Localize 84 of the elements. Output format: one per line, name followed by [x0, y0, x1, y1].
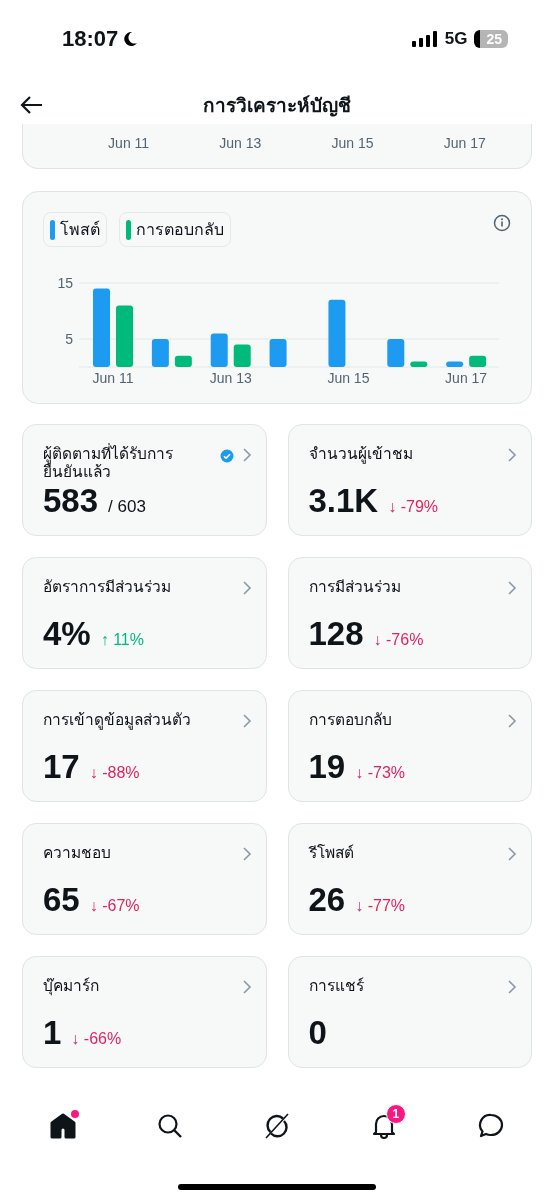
- bar: [174, 355, 192, 367]
- battery-indicator: 25: [474, 30, 508, 48]
- metric-value: 4%: [43, 616, 91, 652]
- bar: [387, 339, 405, 367]
- metric-card[interactable]: ผู้ติดตามที่ได้รับการยืนยันแล้ว 583 / 603: [22, 424, 267, 536]
- metric-card[interactable]: การมีส่วนร่วม 128 ↓ -76%: [287, 557, 532, 669]
- bar: [116, 305, 133, 367]
- change-percent: ↓ -77%: [355, 897, 405, 915]
- metric-value: 1: [43, 1015, 62, 1051]
- chevron-right-icon: [241, 447, 252, 463]
- bar: [233, 344, 251, 367]
- metric-card[interactable]: การเข้าดูข้อมูลส่วนตัว 17 ↓ -88%: [22, 690, 267, 802]
- chevron-right-icon: [241, 713, 252, 729]
- bar: [151, 339, 169, 367]
- change-percent: ↓ -66%: [71, 1030, 122, 1048]
- axis-label: Jun 11: [92, 370, 134, 386]
- bar: [446, 361, 464, 367]
- metric-card[interactable]: บุ๊คมาร์ก 1 ↓ -66%: [22, 956, 267, 1068]
- metric-title: รีโพสต์: [308, 844, 355, 862]
- axis-label: Jun 11: [108, 135, 150, 151]
- change-percent: ↓ -88%: [89, 764, 140, 782]
- page-title: การวิเคราะห์บัญชี: [203, 93, 351, 119]
- change-percent: ↓ -76%: [373, 631, 424, 649]
- bar: [328, 299, 346, 367]
- metric-value: 3.1K: [308, 483, 379, 519]
- metric-title: บุ๊คมาร์ก: [43, 977, 100, 995]
- change-percent: ↓ -67%: [89, 897, 140, 915]
- metric-value: 17: [43, 749, 80, 785]
- metric-value: 0: [308, 1015, 327, 1051]
- axis-label: 15: [57, 275, 73, 291]
- metric-value: 26: [308, 882, 346, 918]
- metric-card[interactable]: ความชอบ 65 ↓ -67%: [22, 823, 267, 935]
- moon-icon: [122, 31, 139, 47]
- metric-title: อัตราการมีส่วนร่วม: [43, 578, 172, 596]
- legend-item[interactable]: การตอบกลับ: [119, 212, 231, 247]
- axis-label: Jun 15: [331, 135, 374, 151]
- bar: [210, 333, 228, 367]
- metric-total: / 603: [108, 497, 146, 517]
- axis-label: Jun 13: [219, 135, 262, 151]
- metric-title: ผู้ติดตามที่ได้รับการยืนยันแล้ว: [43, 445, 174, 481]
- chevron-right-icon: [507, 713, 517, 729]
- chevron-right-icon: [241, 580, 252, 596]
- back-arrow-icon[interactable]: [20, 95, 44, 115]
- axis-label: 5: [65, 331, 73, 347]
- clock-time: 18:07: [62, 26, 119, 52]
- metric-card[interactable]: การแชร์ 0: [287, 956, 532, 1068]
- chevron-right-icon: [507, 979, 517, 995]
- change-percent: ↓ -79%: [388, 498, 438, 516]
- metric-title: จำนวนผู้เข้าชม: [308, 445, 414, 463]
- metric-title: การแชร์: [308, 977, 365, 995]
- chevron-right-icon: [507, 447, 517, 463]
- axis-label: Jun 13: [209, 370, 252, 386]
- bar: [410, 361, 428, 367]
- axis-label: Jun 15: [327, 370, 370, 386]
- axis-label: Jun 17: [445, 370, 488, 386]
- notification-badge: 1: [385, 1104, 406, 1124]
- metric-card[interactable]: รีโพสต์ 26 ↓ -77%: [287, 823, 532, 935]
- metric-card[interactable]: การตอบกลับ 19 ↓ -73%: [287, 690, 532, 802]
- change-percent: ↑ 11%: [100, 631, 144, 649]
- metric-value: 65: [43, 882, 80, 918]
- axis-label: Jun 17: [443, 135, 486, 151]
- chevron-right-icon: [507, 846, 517, 862]
- chevron-right-icon: [507, 580, 517, 596]
- info-icon[interactable]: [493, 214, 511, 232]
- bar: [469, 355, 487, 367]
- metric-value: 19: [308, 749, 346, 785]
- slashed-circle-icon[interactable]: [263, 1112, 291, 1140]
- chat-bubble-icon[interactable]: [476, 1112, 505, 1140]
- metric-title: การตอบกลับ: [308, 711, 393, 729]
- home-icon[interactable]: [49, 1112, 78, 1140]
- network-type: 5G: [444, 29, 468, 49]
- legend-item[interactable]: โพสต์: [43, 212, 107, 247]
- bar: [269, 339, 287, 367]
- metric-card[interactable]: อัตราการมีส่วนร่วม 4% ↑ 11%: [22, 557, 267, 669]
- change-percent: ↓ -73%: [355, 764, 405, 782]
- chevron-right-icon: [241, 846, 252, 862]
- chevron-right-icon: [241, 979, 252, 995]
- metric-title: ความชอบ: [43, 844, 112, 862]
- metric-title: การมีส่วนร่วม: [308, 578, 402, 596]
- metric-card[interactable]: จำนวนผู้เข้าชม 3.1K ↓ -79%: [287, 424, 532, 536]
- metric-value: 583: [43, 483, 99, 519]
- metric-title: การเข้าดูข้อมูลส่วนตัว: [43, 711, 192, 729]
- signal-icon: [411, 31, 438, 47]
- metric-value: 128: [308, 616, 364, 652]
